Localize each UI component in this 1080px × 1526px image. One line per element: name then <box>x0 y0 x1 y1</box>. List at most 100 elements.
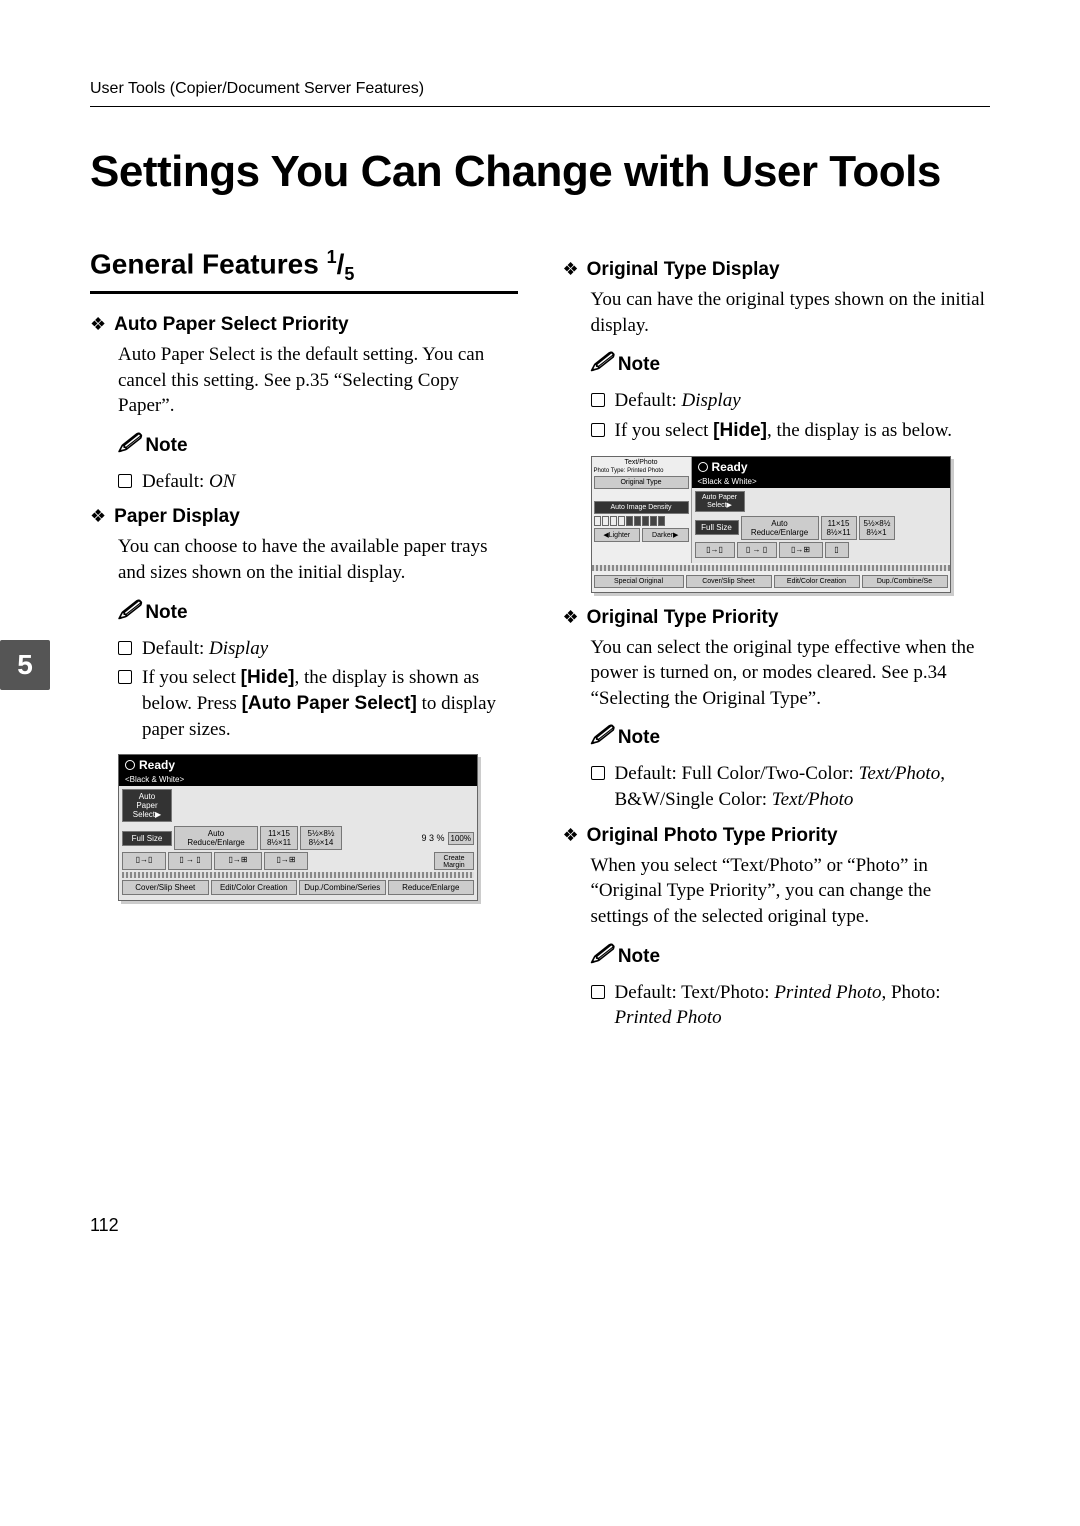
right-column: ❖ Original Type Display You can have the… <box>563 247 991 1035</box>
bullet-box-icon <box>118 474 132 488</box>
text-span: Select▶ <box>700 501 740 509</box>
left-column: General Features 1/5 ❖ Auto Paper Select… <box>90 247 518 1035</box>
text-span: , Photo: <box>881 982 940 1003</box>
full-size-button: Full Size <box>122 831 172 846</box>
subheading-label: Original Type Display <box>587 259 780 281</box>
ss-titlebar: Ready <box>119 755 477 775</box>
screenshot-paper-display: Ready <Black & White> Auto Paper Select▶… <box>118 754 478 901</box>
body-text: You can choose to have the available pap… <box>118 534 518 585</box>
bold-inline: [Hide] <box>713 420 767 441</box>
duplex-icon-button: ▯→▯ <box>695 542 735 558</box>
note-row: 🖉 Note <box>591 721 991 755</box>
bullet-box-icon <box>591 393 605 407</box>
bullet-text: Default: Display <box>142 636 268 662</box>
cover-slip-button: Cover/Slip Sheet <box>122 880 209 895</box>
italic-value: Text/Photo <box>772 789 854 810</box>
italic-value: Printed Photo <box>615 1007 722 1028</box>
bullet-text: Default: Text/Photo: Printed Photo, Phot… <box>615 980 991 1031</box>
pencil-icon: 🖉 <box>591 940 612 974</box>
text-span: 8½×11 <box>265 838 293 847</box>
original-type-button: Original Type <box>594 476 689 489</box>
ready-label: Ready <box>712 460 748 474</box>
subheading-label: Auto Paper Select Priority <box>114 314 348 336</box>
size-button: 5½×8½8½×1 <box>859 516 895 540</box>
text-span: Default: <box>615 390 682 411</box>
running-header: User Tools (Copier/Document Server Featu… <box>90 80 990 107</box>
auto-paper-button: Auto Paper Select▶ <box>695 491 745 512</box>
subheading-label: Original Type Priority <box>587 607 779 629</box>
dup-combine-button: Dup./Combine/Series <box>299 880 386 895</box>
text-span: , the display is as below. <box>767 420 952 441</box>
note-label: Note <box>145 602 187 624</box>
bullet-text: If you select [Hide], the display is sho… <box>142 665 518 742</box>
text-span: 8½×1 <box>864 528 890 537</box>
text-span: 8½×11 <box>826 528 852 537</box>
ready-label: Ready <box>139 758 175 772</box>
subheading-original-type-display: ❖ Original Type Display <box>563 259 991 281</box>
text-span: Default: Full Color/Two-Color: <box>615 763 859 784</box>
bullet-box-icon <box>591 766 605 780</box>
bullet-text: If you select [Hide], the display is as … <box>615 418 953 444</box>
subheading-original-type-priority: ❖ Original Type Priority <box>563 607 991 629</box>
bullet-item: Default: Full Color/Two-Color: Text/Phot… <box>591 761 991 812</box>
combine-icon-button: ▯ <box>825 542 849 558</box>
bullet-box-icon <box>591 985 605 999</box>
edit-color-button: Edit/Color Creation <box>211 880 298 895</box>
text-span: If you select <box>615 420 714 441</box>
italic-value: Text/Photo <box>859 763 941 784</box>
darker-button: Darker▶ <box>642 528 689 542</box>
note-label: Note <box>145 435 187 457</box>
ss-body: Auto Paper Select▶ Full Size Auto Reduce… <box>119 786 477 900</box>
body-text: Auto Paper Select is the default setting… <box>118 342 518 419</box>
subheading-original-photo-type-priority: ❖ Original Photo Type Priority <box>563 825 991 847</box>
bullet-text: Default: ON <box>142 469 235 495</box>
bullet-item: Default: ON <box>118 469 518 495</box>
size-button: 5½×8½8½×14 <box>300 826 342 850</box>
duplex-icon-button: ▯→▯ <box>122 852 166 870</box>
special-original-button: Special Original <box>594 575 684 588</box>
density-meter <box>594 516 689 526</box>
pencil-icon: 🖉 <box>118 596 139 630</box>
body-text: When you select “Text/Photo” or “Photo” … <box>591 853 991 930</box>
bullet-text: Default: Display <box>615 388 741 414</box>
italic-value: ON <box>209 471 235 492</box>
full-size-button: Full Size <box>695 520 739 535</box>
divider <box>592 565 950 571</box>
text-span: 5½×8½ <box>864 519 890 528</box>
page-number: 112 <box>90 1215 990 1236</box>
auto-paper-button: Auto Paper Select▶ <box>122 789 172 822</box>
note-row: 🖉 Note <box>591 348 991 382</box>
ss-left-panel: Text/Photo Photo Type: Printed Photo Ori… <box>592 457 692 563</box>
subheading-label: Paper Display <box>114 506 240 528</box>
ss-right-panel: Ready <Black & White> Auto Paper Select▶… <box>692 457 950 563</box>
bullet-item: If you select [Hide], the display is sho… <box>118 665 518 742</box>
body-text: You can have the original types shown on… <box>591 287 991 338</box>
text-span: 5½×8½ <box>305 829 337 838</box>
bullet-box-icon <box>118 670 132 684</box>
text-span: Auto Paper <box>127 792 167 810</box>
percent-100-button: 100% <box>448 832 474 845</box>
text-span: 8½×14 <box>305 838 337 847</box>
subheading-label: Original Photo Type Priority <box>587 825 838 847</box>
diamond-icon: ❖ <box>563 607 579 629</box>
italic-value: Display <box>209 638 268 659</box>
ss-mode-label: <Black & White> <box>692 477 950 488</box>
dup-combine-button: Dup./Combine/Se <box>862 575 948 588</box>
lighter-button: ◀Lighter <box>594 528 641 542</box>
note-row: 🖉 Note <box>118 429 518 463</box>
pencil-icon: 🖉 <box>591 721 612 755</box>
bold-inline: [Hide] <box>241 667 295 688</box>
divider <box>122 872 474 878</box>
text-span: Auto Paper <box>700 494 740 501</box>
page-title: Settings You Can Change with User Tools <box>90 147 990 197</box>
note-row: 🖉 Note <box>118 596 518 630</box>
ss-titlebar: Ready <box>692 457 950 477</box>
bullet-text: Default: Full Color/Two-Color: Text/Phot… <box>615 761 991 812</box>
ss-body: Auto Paper Select▶ Full Size Auto Reduce… <box>692 488 950 563</box>
diamond-icon: ❖ <box>90 506 106 528</box>
edit-color-button: Edit/Color Creation <box>774 575 860 588</box>
note-label: Note <box>618 946 660 968</box>
combine-icon-button: ▯→⊞ <box>214 852 262 870</box>
text-span: If you select <box>142 667 241 688</box>
combine-icon-button: ▯→⊞ <box>264 852 308 870</box>
